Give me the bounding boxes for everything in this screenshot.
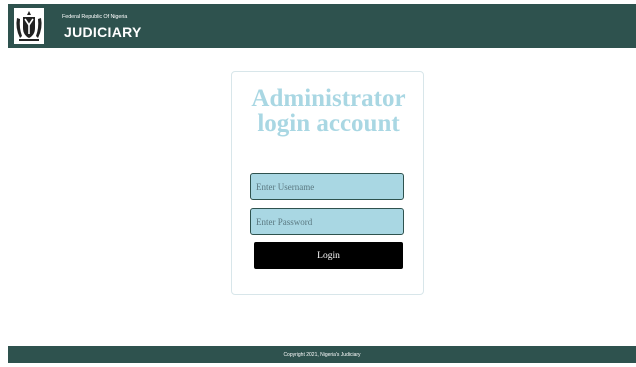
password-input[interactable] (250, 208, 404, 235)
brand-block: Federal Republic Of Nigeria JUDICIARY (62, 12, 142, 40)
country-subtitle: Federal Republic Of Nigeria (62, 14, 128, 20)
top-header: Federal Republic Of Nigeria JUDICIARY (8, 4, 636, 48)
login-card: Administrator login account Login (231, 71, 424, 295)
login-heading-line2: login account (257, 110, 400, 137)
copyright-text: Copyright 2021, Nigeria's Judiciary (283, 351, 361, 358)
footer-bar: Copyright 2021, Nigeria's Judiciary (8, 346, 636, 363)
login-button[interactable]: Login (254, 242, 403, 269)
site-title[interactable]: JUDICIARY (64, 24, 142, 40)
username-input[interactable] (250, 173, 404, 200)
login-heading: Administrator login account (232, 86, 425, 136)
coat-of-arms-icon[interactable] (14, 8, 44, 44)
login-heading-line1: Administrator (251, 85, 406, 112)
